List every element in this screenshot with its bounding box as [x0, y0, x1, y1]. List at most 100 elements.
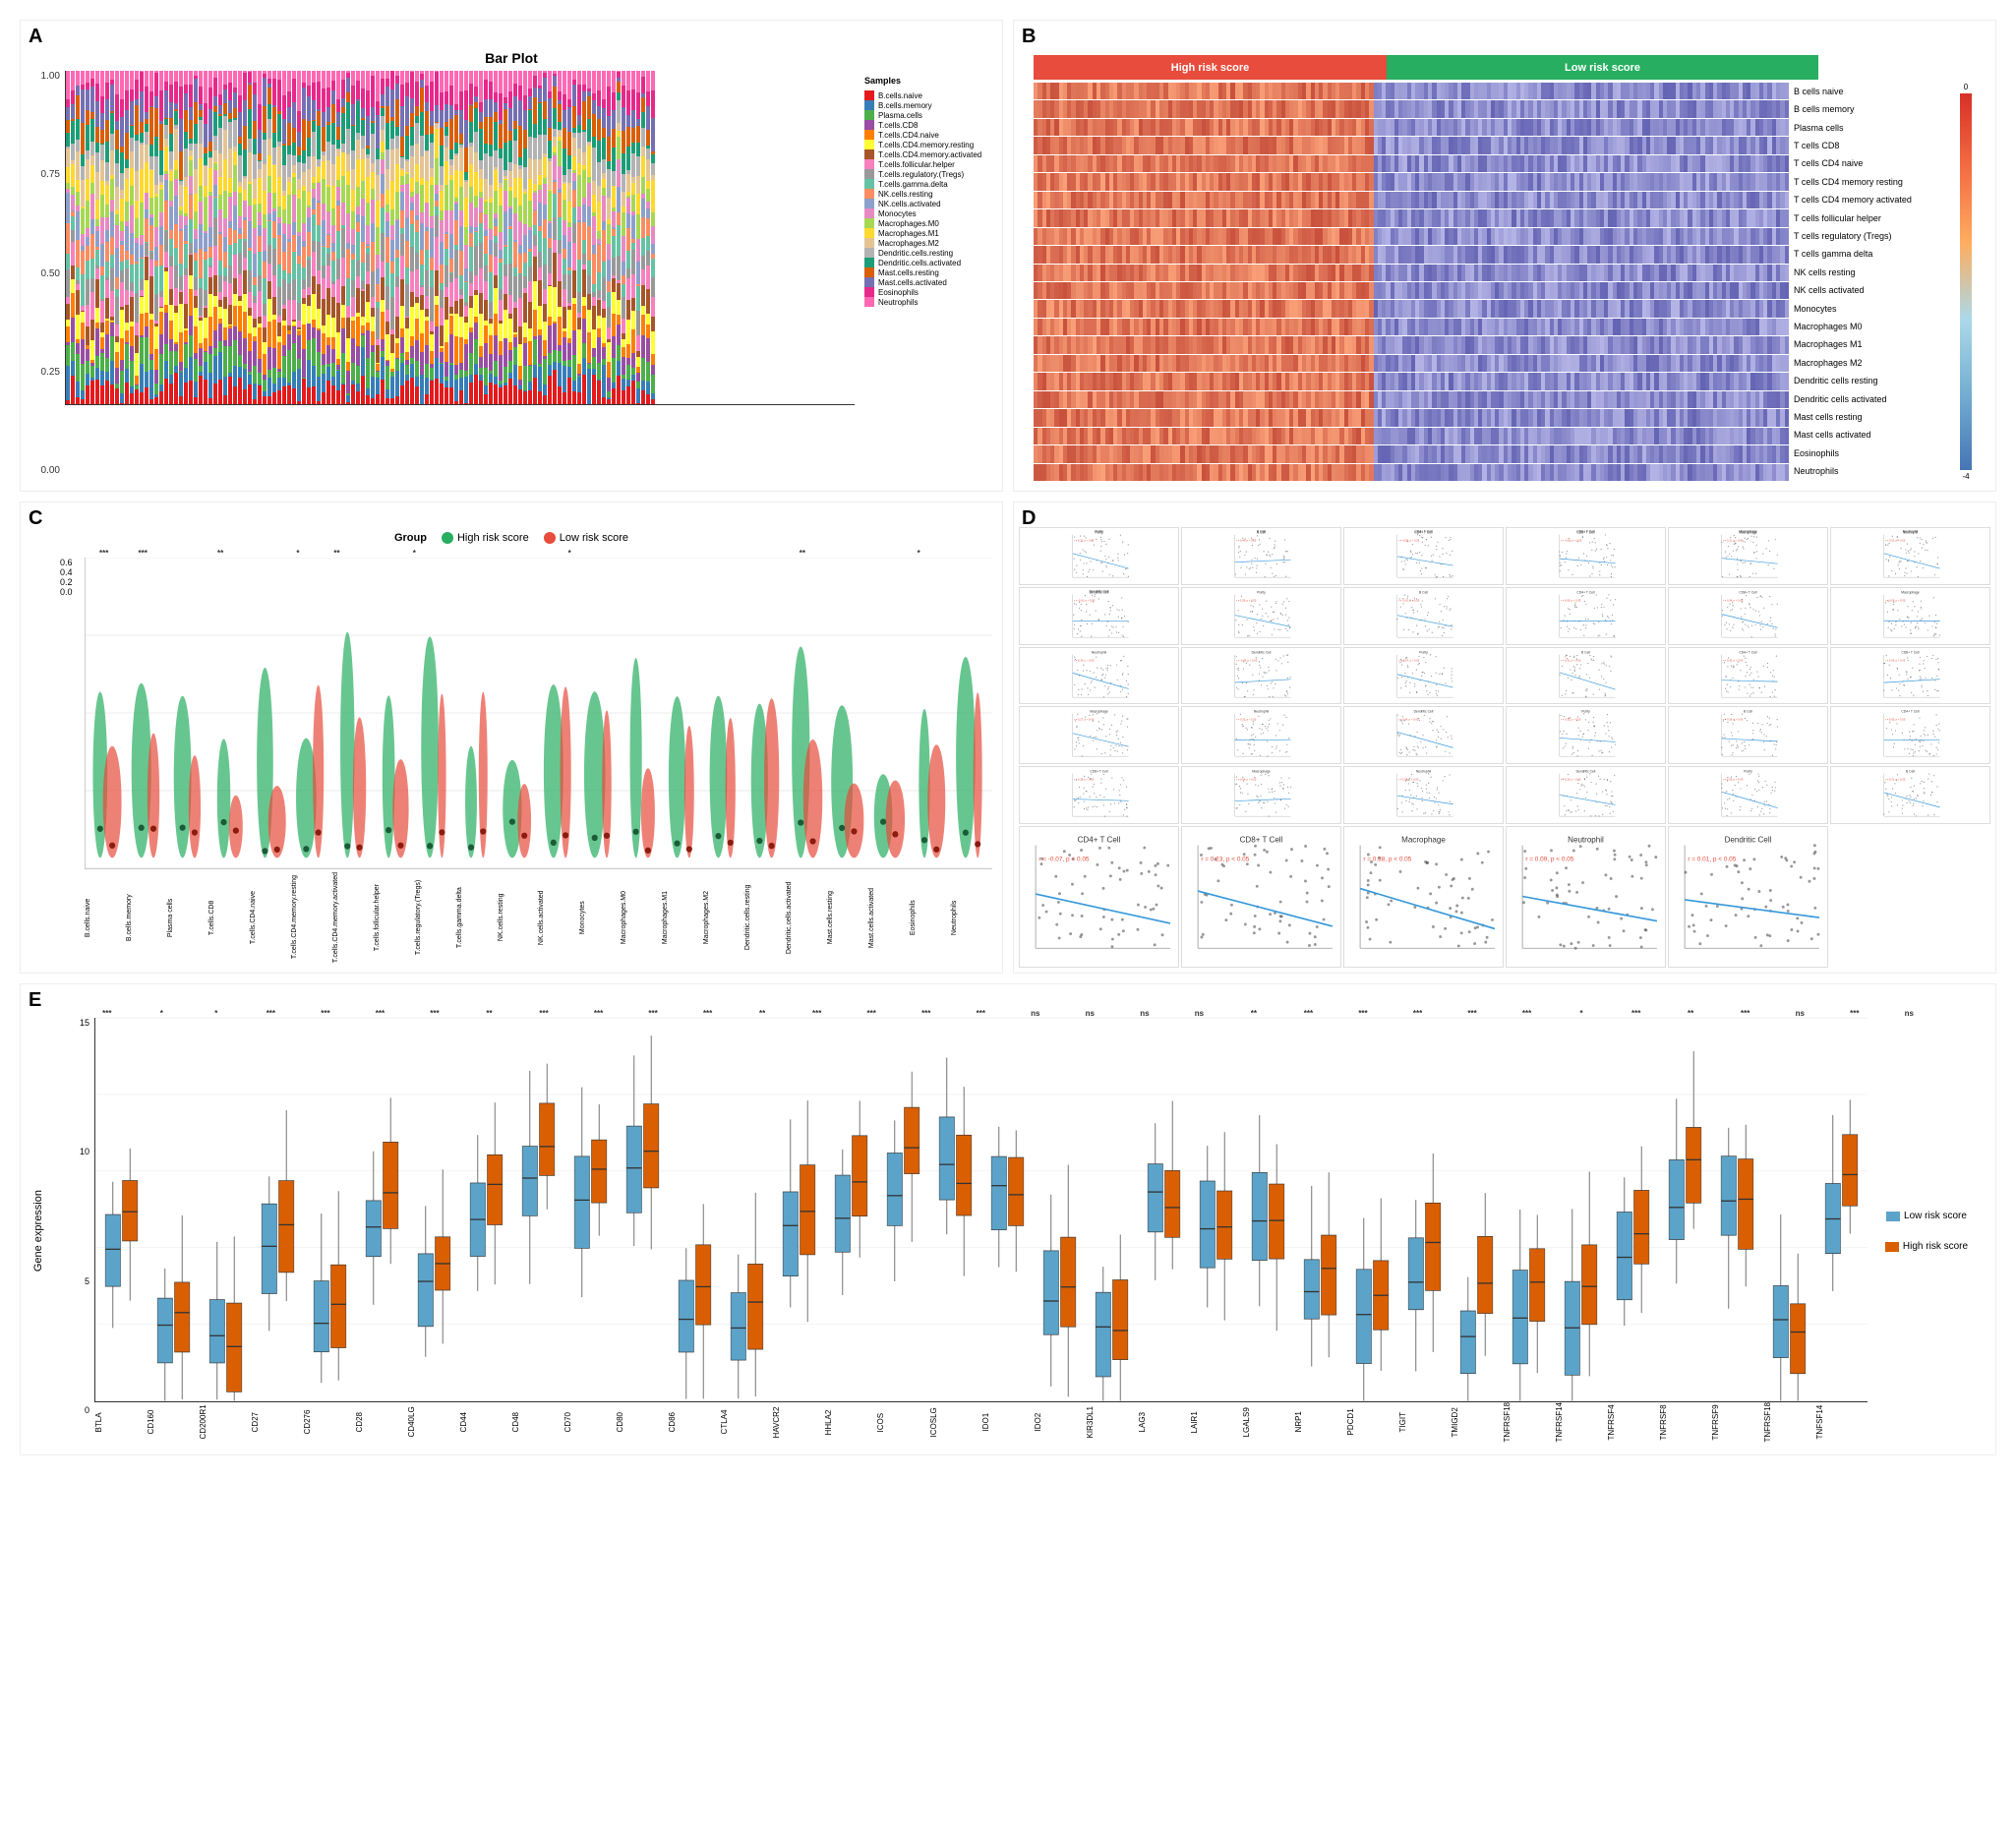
bar-segment — [528, 89, 532, 96]
bar-segment — [297, 179, 301, 191]
bar-segment — [341, 328, 345, 353]
bar-segment — [612, 110, 616, 129]
bar-segment — [577, 392, 581, 404]
bar-segment — [184, 275, 188, 304]
legend-color — [864, 169, 874, 179]
bar-segment — [508, 91, 512, 108]
bar-segment — [336, 99, 340, 112]
bar-segment — [86, 237, 89, 247]
bar-segment — [346, 154, 350, 171]
legend-color — [864, 130, 874, 140]
panel-b-label: B — [1022, 26, 1036, 48]
bar-segment — [272, 384, 276, 393]
bar-segment — [400, 306, 404, 327]
bar-column — [489, 71, 493, 404]
bar-segment — [233, 165, 237, 192]
bar-segment — [435, 158, 439, 185]
bar-segment — [287, 300, 291, 326]
bar-segment — [420, 250, 424, 265]
bar-segment — [277, 235, 281, 265]
bar-segment — [410, 336, 414, 346]
bar-segment — [302, 172, 306, 186]
bar-segment — [130, 297, 134, 323]
bar-segment — [228, 221, 232, 228]
bar-segment — [558, 240, 562, 254]
bar-segment — [277, 71, 281, 80]
bar-segment — [346, 338, 350, 362]
bar-segment — [204, 380, 208, 404]
bar-segment — [130, 326, 134, 346]
bar-segment — [302, 247, 306, 267]
bar-segment — [646, 394, 650, 404]
bar-segment — [385, 237, 389, 263]
bar-segment — [518, 206, 522, 222]
bar-segment — [543, 205, 547, 218]
bar-segment — [307, 260, 311, 287]
bar-segment — [572, 355, 576, 381]
legend-item: Mast.cells.resting — [864, 267, 982, 277]
bar-segment — [489, 145, 493, 155]
bar-segment — [341, 286, 345, 305]
bar-segment — [199, 376, 203, 404]
bar-segment — [508, 373, 512, 380]
bar-segment — [607, 362, 611, 378]
bar-segment — [361, 148, 365, 160]
bar-segment — [602, 128, 606, 139]
bar-segment — [228, 283, 232, 306]
bar-segment — [86, 374, 89, 386]
bar-segment — [376, 345, 380, 363]
bar-segment — [518, 344, 522, 366]
bar-segment — [145, 193, 148, 209]
bar-segment — [513, 267, 517, 276]
bar-segment — [110, 211, 114, 236]
bar-segment — [223, 130, 227, 160]
bar-segment — [213, 96, 217, 105]
bar-segment — [110, 179, 114, 200]
bar-segment — [336, 71, 340, 98]
bar-segment — [267, 176, 271, 193]
bar-segment — [454, 301, 458, 314]
bar-segment — [459, 187, 463, 211]
bar-segment — [504, 191, 507, 211]
bar-segment — [366, 395, 370, 404]
bar-segment — [607, 224, 611, 245]
bar-segment — [292, 128, 296, 143]
bar-segment — [494, 112, 498, 122]
bar-segment — [90, 142, 94, 155]
bar-segment — [120, 338, 124, 360]
bar-segment — [233, 192, 237, 206]
bar-segment — [90, 366, 94, 378]
bar-segment — [179, 396, 183, 404]
bar-segment — [445, 342, 448, 361]
bar-segment — [149, 170, 153, 197]
bar-segment — [420, 352, 424, 375]
bar-segment — [258, 153, 262, 160]
bar-segment — [410, 346, 414, 358]
bar-segment — [390, 225, 394, 240]
bar-column — [71, 71, 75, 404]
bar-segment — [135, 201, 139, 218]
bar-segment — [651, 354, 655, 365]
bar-segment — [528, 390, 532, 404]
bar-segment — [582, 375, 586, 404]
bar-segment — [90, 87, 94, 112]
bar-segment — [626, 268, 630, 278]
bar-segment — [145, 132, 148, 145]
legend-item: Neutrophils — [864, 297, 982, 307]
bar-segment — [459, 275, 463, 289]
bar-segment — [558, 217, 562, 240]
bar-segment — [494, 92, 498, 102]
bar-segment — [233, 151, 237, 165]
bar-segment — [420, 112, 424, 137]
bar-segment — [351, 150, 355, 169]
bar-segment — [351, 338, 355, 363]
bar-segment — [538, 103, 542, 135]
bar-segment — [105, 358, 109, 372]
bar-segment — [420, 178, 424, 185]
bar-segment — [208, 373, 212, 398]
bar-segment — [607, 244, 611, 259]
bar-segment — [336, 112, 340, 127]
bar-segment — [361, 263, 365, 281]
bar-segment — [385, 212, 389, 221]
bar-segment — [489, 354, 493, 371]
